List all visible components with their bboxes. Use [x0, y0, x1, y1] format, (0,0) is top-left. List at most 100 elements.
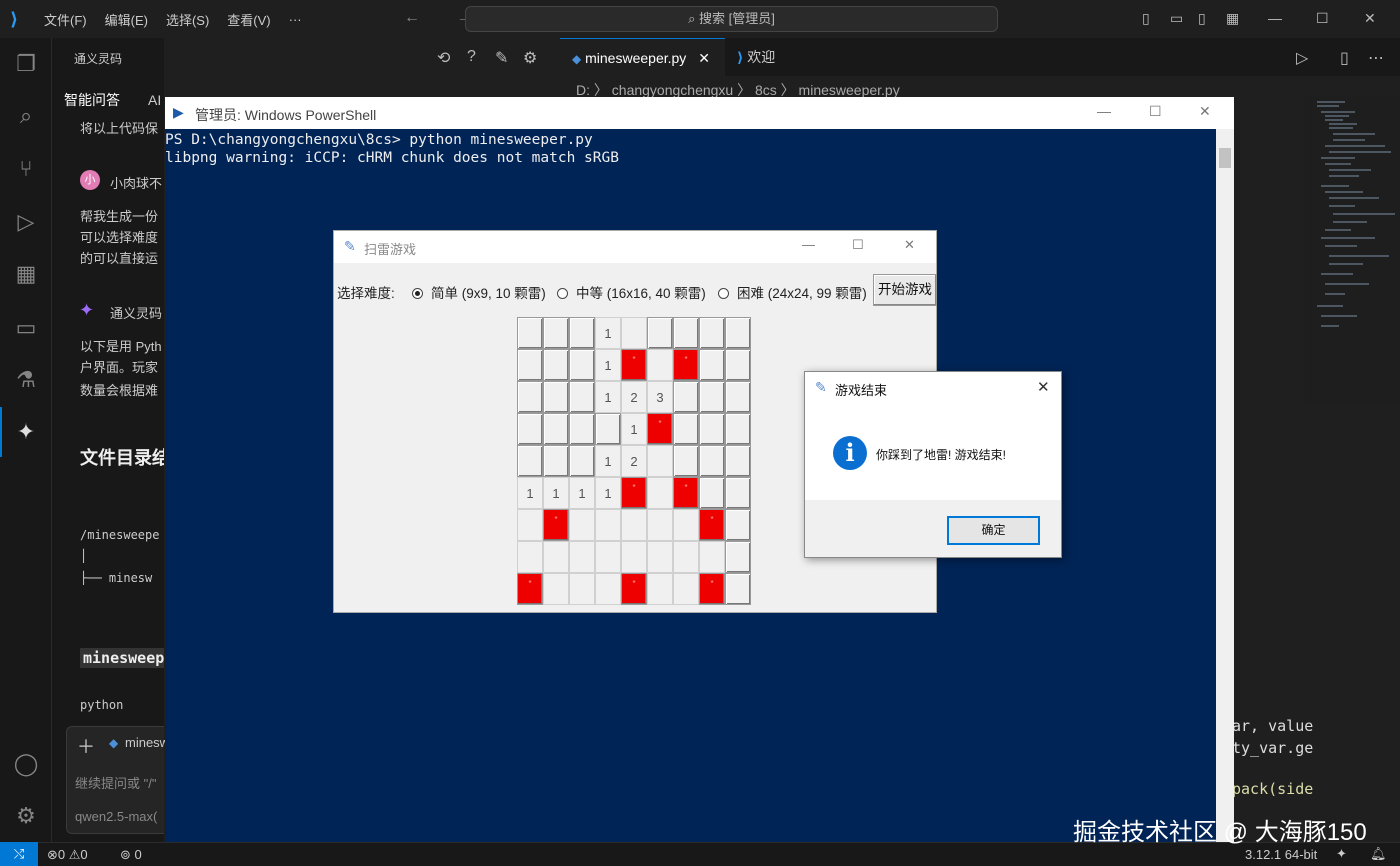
- hidden-cell[interactable]: [543, 445, 569, 477]
- revealed-cell[interactable]: [647, 477, 673, 509]
- mine-cell[interactable]: *: [673, 477, 699, 509]
- tongyi-status-icon[interactable]: ✦: [1336, 846, 1347, 862]
- close-icon[interactable]: ✕: [904, 237, 915, 253]
- hidden-cell[interactable]: [543, 349, 569, 381]
- command-search[interactable]: ⌕ 搜索 [管理员]: [465, 6, 998, 32]
- python-version[interactable]: 3.12.1 64-bit: [1245, 847, 1317, 862]
- tab-close-icon[interactable]: ✕: [698, 50, 710, 66]
- maximize-icon[interactable]: ☐: [852, 237, 864, 253]
- extensions-icon[interactable]: ▦: [12, 260, 40, 288]
- notifications-icon[interactable]: 🔔︎: [1370, 846, 1387, 862]
- number-cell[interactable]: 1: [595, 317, 621, 349]
- hidden-cell[interactable]: [569, 413, 595, 445]
- mine-cell[interactable]: *: [673, 349, 699, 381]
- revealed-cell[interactable]: [699, 541, 725, 573]
- hidden-cell[interactable]: [699, 317, 725, 349]
- number-cell[interactable]: 1: [595, 445, 621, 477]
- hidden-cell[interactable]: [569, 349, 595, 381]
- start-game-button[interactable]: 开始游戏: [873, 274, 937, 306]
- number-cell[interactable]: 1: [595, 349, 621, 381]
- number-cell[interactable]: 1: [569, 477, 595, 509]
- revealed-cell[interactable]: [517, 509, 543, 541]
- hidden-cell[interactable]: [673, 445, 699, 477]
- number-cell[interactable]: 2: [621, 445, 647, 477]
- hidden-cell[interactable]: [517, 349, 543, 381]
- settings-icon[interactable]: ⚙: [523, 48, 537, 68]
- number-cell[interactable]: 2: [621, 381, 647, 413]
- hidden-cell[interactable]: [699, 477, 725, 509]
- mine-cell[interactable]: *: [621, 349, 647, 381]
- hidden-cell[interactable]: [699, 445, 725, 477]
- toggle-secondary-icon[interactable]: ▯: [1198, 10, 1206, 27]
- toggle-panel-icon[interactable]: ▭: [1170, 10, 1183, 27]
- radio-medium[interactable]: 中等 (16x16, 40 颗雷): [557, 282, 706, 302]
- source-control-icon[interactable]: ⑂: [12, 155, 40, 183]
- settings-gear-icon[interactable]: ⚙: [12, 802, 40, 830]
- number-cell[interactable]: 3: [647, 381, 673, 413]
- minesweeper-titlebar[interactable]: ✎ 扫雷游戏 — ☐ ✕: [333, 230, 937, 263]
- run-debug-icon[interactable]: ▷: [12, 208, 40, 236]
- hidden-cell[interactable]: [543, 317, 569, 349]
- radio-easy[interactable]: 简单 (9x9, 10 颗雷): [412, 282, 546, 302]
- hidden-cell[interactable]: [543, 381, 569, 413]
- mine-cell[interactable]: *: [699, 573, 725, 605]
- hidden-cell[interactable]: [699, 381, 725, 413]
- tongyi-icon[interactable]: ✦: [12, 418, 40, 446]
- account-icon[interactable]: ◯: [12, 750, 40, 778]
- remote-explorer-icon[interactable]: ▭: [12, 314, 40, 342]
- revealed-cell[interactable]: [647, 573, 673, 605]
- menu-selection[interactable]: 选择(S): [166, 10, 209, 29]
- number-cell[interactable]: 1: [543, 477, 569, 509]
- minimap[interactable]: [1305, 96, 1400, 406]
- close-icon[interactable]: ✕: [1364, 10, 1376, 27]
- hidden-cell[interactable]: [517, 317, 543, 349]
- tab-welcome[interactable]: ⟩ 欢迎: [725, 38, 835, 76]
- hidden-cell[interactable]: [725, 381, 751, 413]
- hidden-cell[interactable]: [725, 477, 751, 509]
- more-actions-icon[interactable]: ⋯: [1368, 48, 1384, 68]
- split-editor-icon[interactable]: ▯: [1340, 48, 1349, 68]
- hidden-cell[interactable]: [517, 381, 543, 413]
- number-cell[interactable]: 1: [595, 381, 621, 413]
- hidden-cell[interactable]: [725, 573, 751, 605]
- mine-cell[interactable]: *: [621, 573, 647, 605]
- menu-edit[interactable]: 编辑(E): [105, 10, 148, 29]
- number-cell[interactable]: 1: [517, 477, 543, 509]
- testing-icon[interactable]: ⚗: [12, 366, 40, 394]
- minimize-icon[interactable]: —: [1268, 10, 1282, 26]
- explorer-icon[interactable]: ❐: [12, 50, 40, 78]
- revealed-cell[interactable]: [595, 541, 621, 573]
- mine-cell[interactable]: *: [621, 477, 647, 509]
- hidden-cell[interactable]: [595, 413, 621, 445]
- chat-input-box[interactable]: ＋ ◆ minesw 继续提问或 "/" qwen2.5-max(: [66, 726, 169, 834]
- radio-hard[interactable]: 困难 (24x24, 99 颗雷): [718, 282, 867, 302]
- search-icon[interactable]: ⌕: [12, 102, 40, 130]
- hidden-cell[interactable]: [673, 317, 699, 349]
- number-cell[interactable]: 1: [595, 477, 621, 509]
- revealed-cell[interactable]: [595, 573, 621, 605]
- toggle-sidebar-icon[interactable]: ▯: [1142, 10, 1150, 27]
- add-context-icon[interactable]: ＋: [77, 733, 95, 759]
- tab-minesweeper[interactable]: ◆ minesweeper.py ✕: [560, 38, 725, 76]
- number-cell[interactable]: 1: [621, 413, 647, 445]
- hidden-cell[interactable]: [673, 381, 699, 413]
- revealed-cell[interactable]: [647, 445, 673, 477]
- remote-indicator-icon[interactable]: ⤭: [0, 842, 38, 866]
- model-selector[interactable]: qwen2.5-max(: [75, 809, 157, 824]
- revealed-cell[interactable]: [517, 541, 543, 573]
- help-icon[interactable]: ?: [467, 48, 476, 66]
- revealed-cell[interactable]: [647, 349, 673, 381]
- minimize-icon[interactable]: —: [1097, 103, 1111, 119]
- revealed-cell[interactable]: [543, 541, 569, 573]
- dialog-close-icon[interactable]: ✕: [1037, 378, 1050, 396]
- revealed-cell[interactable]: [673, 541, 699, 573]
- hidden-cell[interactable]: [517, 445, 543, 477]
- revealed-cell[interactable]: [569, 573, 595, 605]
- hidden-cell[interactable]: [725, 317, 751, 349]
- mine-cell[interactable]: *: [517, 573, 543, 605]
- feedback-icon[interactable]: ✎: [495, 48, 508, 68]
- hidden-cell[interactable]: [725, 413, 751, 445]
- menu-more[interactable]: ···: [289, 12, 302, 27]
- problems-indicator[interactable]: ⊗0 ⚠0: [47, 847, 88, 863]
- run-icon[interactable]: ▷: [1296, 48, 1308, 68]
